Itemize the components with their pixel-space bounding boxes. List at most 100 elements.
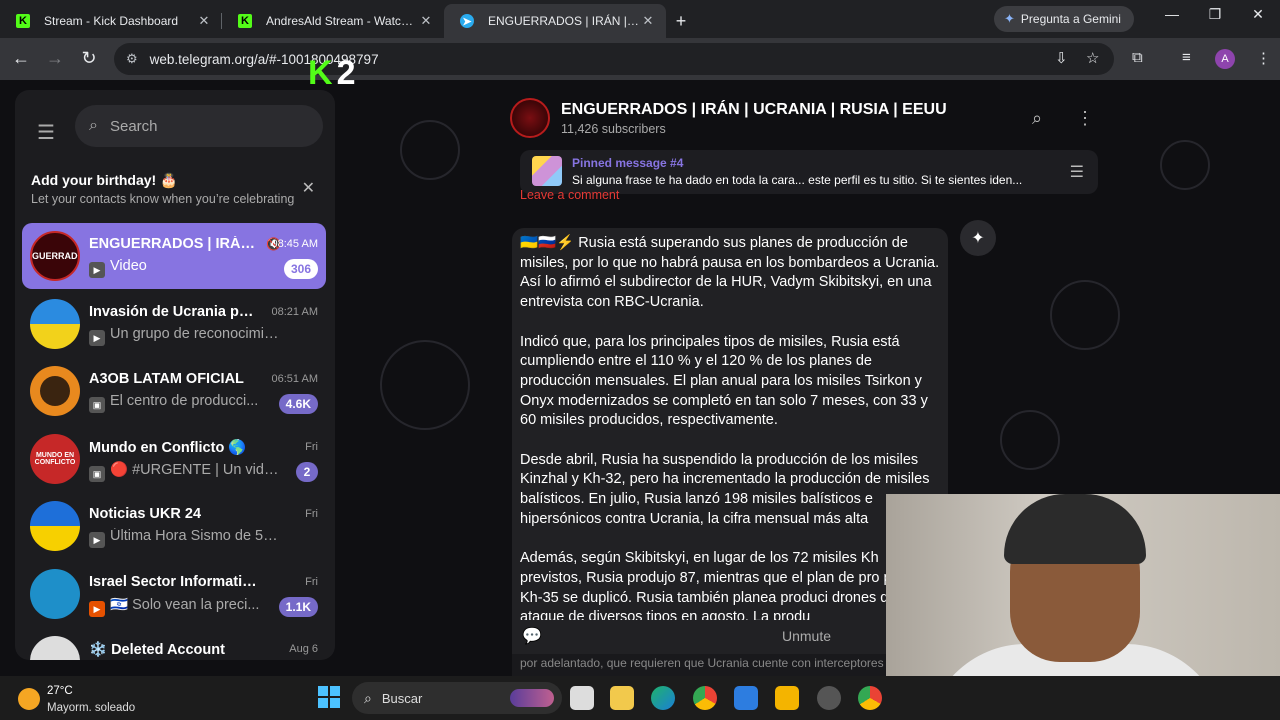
channel-header[interactable]: ENGUERRADOS | IRÁN | UCRANIA | RUSIA | E…	[510, 94, 1104, 144]
chat-item-mundo-en-conflicto[interactable]: MUNDO EN CONFLICTO Mundo en Conflicto 🌎 …	[22, 426, 326, 492]
chat-name: ❄️ Deleted Account	[89, 642, 225, 658]
windows-start-icon[interactable]	[318, 686, 340, 708]
site-info-icon[interactable]: ⚙	[126, 51, 138, 67]
preview-text: Última Hora Sismo de 5.0 en...	[110, 528, 279, 544]
new-tab-button[interactable]: +	[666, 6, 696, 36]
image-thumb-icon: ▣	[89, 466, 105, 482]
avatar: MUNDO EN CONFLICTO	[30, 434, 80, 484]
taskbar-search[interactable]: ⌕ Buscar	[352, 682, 562, 714]
chat-name: Invasión de Ucrania por ...	[89, 304, 259, 320]
birthday-banner[interactable]: Add your birthday! 🎂 Let your contacts k…	[15, 172, 335, 218]
preview-text: El centro de producci...	[110, 393, 259, 409]
tab-title: AndresAld Stream - Watch Live	[266, 14, 418, 28]
widgets-icon[interactable]	[610, 686, 634, 710]
chat-preview: ▣ El centro de producci...	[89, 393, 279, 413]
channel-avatar[interactable]	[510, 98, 550, 138]
chat-item-israel-sector[interactable]: Israel Sector Informativo - Ca... Fri ▶ 🇮…	[22, 561, 326, 627]
back-icon[interactable]: ←	[10, 48, 32, 69]
search-icon: ⌕	[364, 689, 372, 706]
avatar	[30, 501, 80, 551]
install-app-icon[interactable]: ⇩	[1055, 49, 1068, 67]
settings-gear-icon[interactable]	[817, 686, 841, 710]
chat-time: Fri	[305, 576, 318, 588]
profile-avatar[interactable]: A	[1215, 49, 1235, 69]
task-view-icon[interactable]	[570, 686, 594, 710]
video-thumb-icon: ▶	[89, 601, 105, 617]
tab-kick-dashboard[interactable]: K Stream - Kick Dashboard ✕	[0, 4, 222, 38]
extensions-icon[interactable]: ⧉	[1132, 49, 1143, 66]
message-bubble[interactable]: 🇺🇦🇷🇺⚡ Rusia está superando sus planes de…	[512, 228, 948, 648]
avatar-text: ENGUERRADOS	[32, 251, 78, 261]
close-tab-icon[interactable]: ✕	[418, 13, 434, 29]
preview-text: 🇮🇱 Solo vean la preci...	[110, 597, 260, 613]
vscode-icon[interactable]	[734, 686, 758, 710]
avatar: ENGUERRADOS	[30, 231, 80, 281]
browser-menu-icon[interactable]: ⋮	[1256, 49, 1271, 67]
close-icon[interactable]: ✕	[302, 178, 315, 198]
chat-time: Aug 6	[289, 643, 318, 655]
chat-name: Noticias UKR 24	[89, 506, 202, 522]
kick-icon: K	[16, 14, 30, 28]
chrome-icon[interactable]	[693, 686, 717, 710]
search-placeholder: Search	[109, 117, 158, 135]
birthday-title: Add your birthday! 🎂	[31, 172, 178, 188]
unread-badge: 306	[283, 259, 318, 279]
chat-preview: ▶ Un grupo de reconocimiento ...	[89, 326, 279, 346]
avatar	[30, 636, 80, 660]
media-controls-icon[interactable]: ≡	[1182, 49, 1191, 66]
chat-item-noticias-ukr[interactable]: Noticias UKR 24 Fri ▶ Última Hora Sismo d…	[22, 493, 326, 559]
chat-item-deleted-account[interactable]: ❄️ Deleted Account Aug 6	[22, 628, 326, 660]
chat-name: A3OB LATAM OFICIAL	[89, 371, 244, 387]
edge-icon[interactable]	[651, 686, 675, 710]
chrome-icon[interactable]	[858, 686, 882, 710]
tab-title: ENGUERRADOS | IRÁN | UCRAN	[488, 14, 640, 28]
unread-badge: 4.6K	[278, 394, 318, 414]
forward-icon[interactable]: →	[44, 48, 66, 69]
maximize-icon[interactable]: ❐	[1205, 6, 1225, 23]
search-icon[interactable]: ⌕	[1032, 108, 1042, 129]
kick-logo-icon: K	[308, 54, 333, 92]
windows-taskbar: 27°C Mayorm. soleado ⌕ Buscar	[0, 676, 1280, 720]
unmute-button[interactable]: Unmute	[782, 628, 831, 644]
image-thumb-icon: ▣	[89, 397, 105, 413]
file-explorer-icon[interactable]	[775, 686, 799, 710]
url-field[interactable]: ⚙ web.telegram.org/a/#-1001800498797	[114, 43, 1114, 75]
avatar-text: MUNDO EN CONFLICTO	[34, 452, 76, 466]
avatar	[30, 569, 80, 619]
chat-item-enguerrados[interactable]: ENGUERRADOS ENGUERRADOS | IRÁN... 🔇 08:4…	[22, 223, 326, 289]
preview-text: 🔴 #URGENTE | Un video...	[110, 462, 279, 478]
weather-condition: Mayorm. soleado	[47, 702, 136, 714]
next-message-preview: por adelantado, que requieren que Ucrani…	[512, 654, 948, 676]
gemini-button[interactable]: ✦ Pregunta a Gemini	[994, 6, 1134, 32]
background-doodle	[1050, 280, 1120, 350]
address-bar-row: ← → ↻ ⚙ web.telegram.org/a/#-10018004987…	[0, 38, 1280, 80]
close-tab-icon[interactable]: ✕	[196, 13, 212, 29]
leave-comment-link[interactable]: Leave a comment	[520, 188, 619, 202]
more-options-icon[interactable]: ⋮	[1076, 108, 1094, 129]
tab-andresald-stream[interactable]: K AndresAld Stream - Watch Live ✕	[222, 4, 444, 38]
minimize-icon[interactable]: —	[1162, 6, 1182, 22]
close-tab-icon[interactable]: ✕	[640, 13, 656, 29]
close-window-icon[interactable]: ✕	[1248, 6, 1268, 23]
search-input[interactable]: ⌕ Search	[75, 105, 323, 147]
channel-bottom-bar: 💬 Unmute	[512, 620, 948, 654]
preview-text: Un grupo de reconocimiento ...	[110, 326, 279, 342]
chat-item-azov-latam[interactable]: A3OB LATAM OFICIAL 06:51 AM ▣ El centro d…	[22, 358, 326, 424]
background-doodle	[380, 340, 470, 430]
tab-telegram[interactable]: ➤ ENGUERRADOS | IRÁN | UCRAN ✕	[444, 4, 666, 38]
chat-name: Israel Sector Informativo - Ca...	[89, 574, 259, 590]
chat-time: Fri	[305, 508, 318, 520]
gemini-icon: ✦	[1004, 11, 1015, 26]
bookmark-star-icon[interactable]: ☆	[1086, 49, 1099, 67]
search-icon: ⌕	[89, 117, 98, 134]
hamburger-menu-icon[interactable]: ☰	[37, 120, 55, 145]
video-thumb-icon: ▶	[89, 532, 105, 548]
search-highlight-icon	[510, 689, 554, 707]
background-doodle	[400, 120, 460, 180]
pinned-list-icon[interactable]: ☰	[1070, 162, 1084, 182]
reaction-icon[interactable]: ✦	[960, 220, 996, 256]
comments-icon[interactable]: 💬	[522, 626, 542, 646]
reload-icon[interactable]: ↻	[78, 48, 100, 69]
chat-item-invasion-ucrania[interactable]: Invasión de Ucrania por ... 08:21 AM ▶ Un…	[22, 291, 326, 357]
telegram-icon: ➤	[460, 14, 474, 28]
